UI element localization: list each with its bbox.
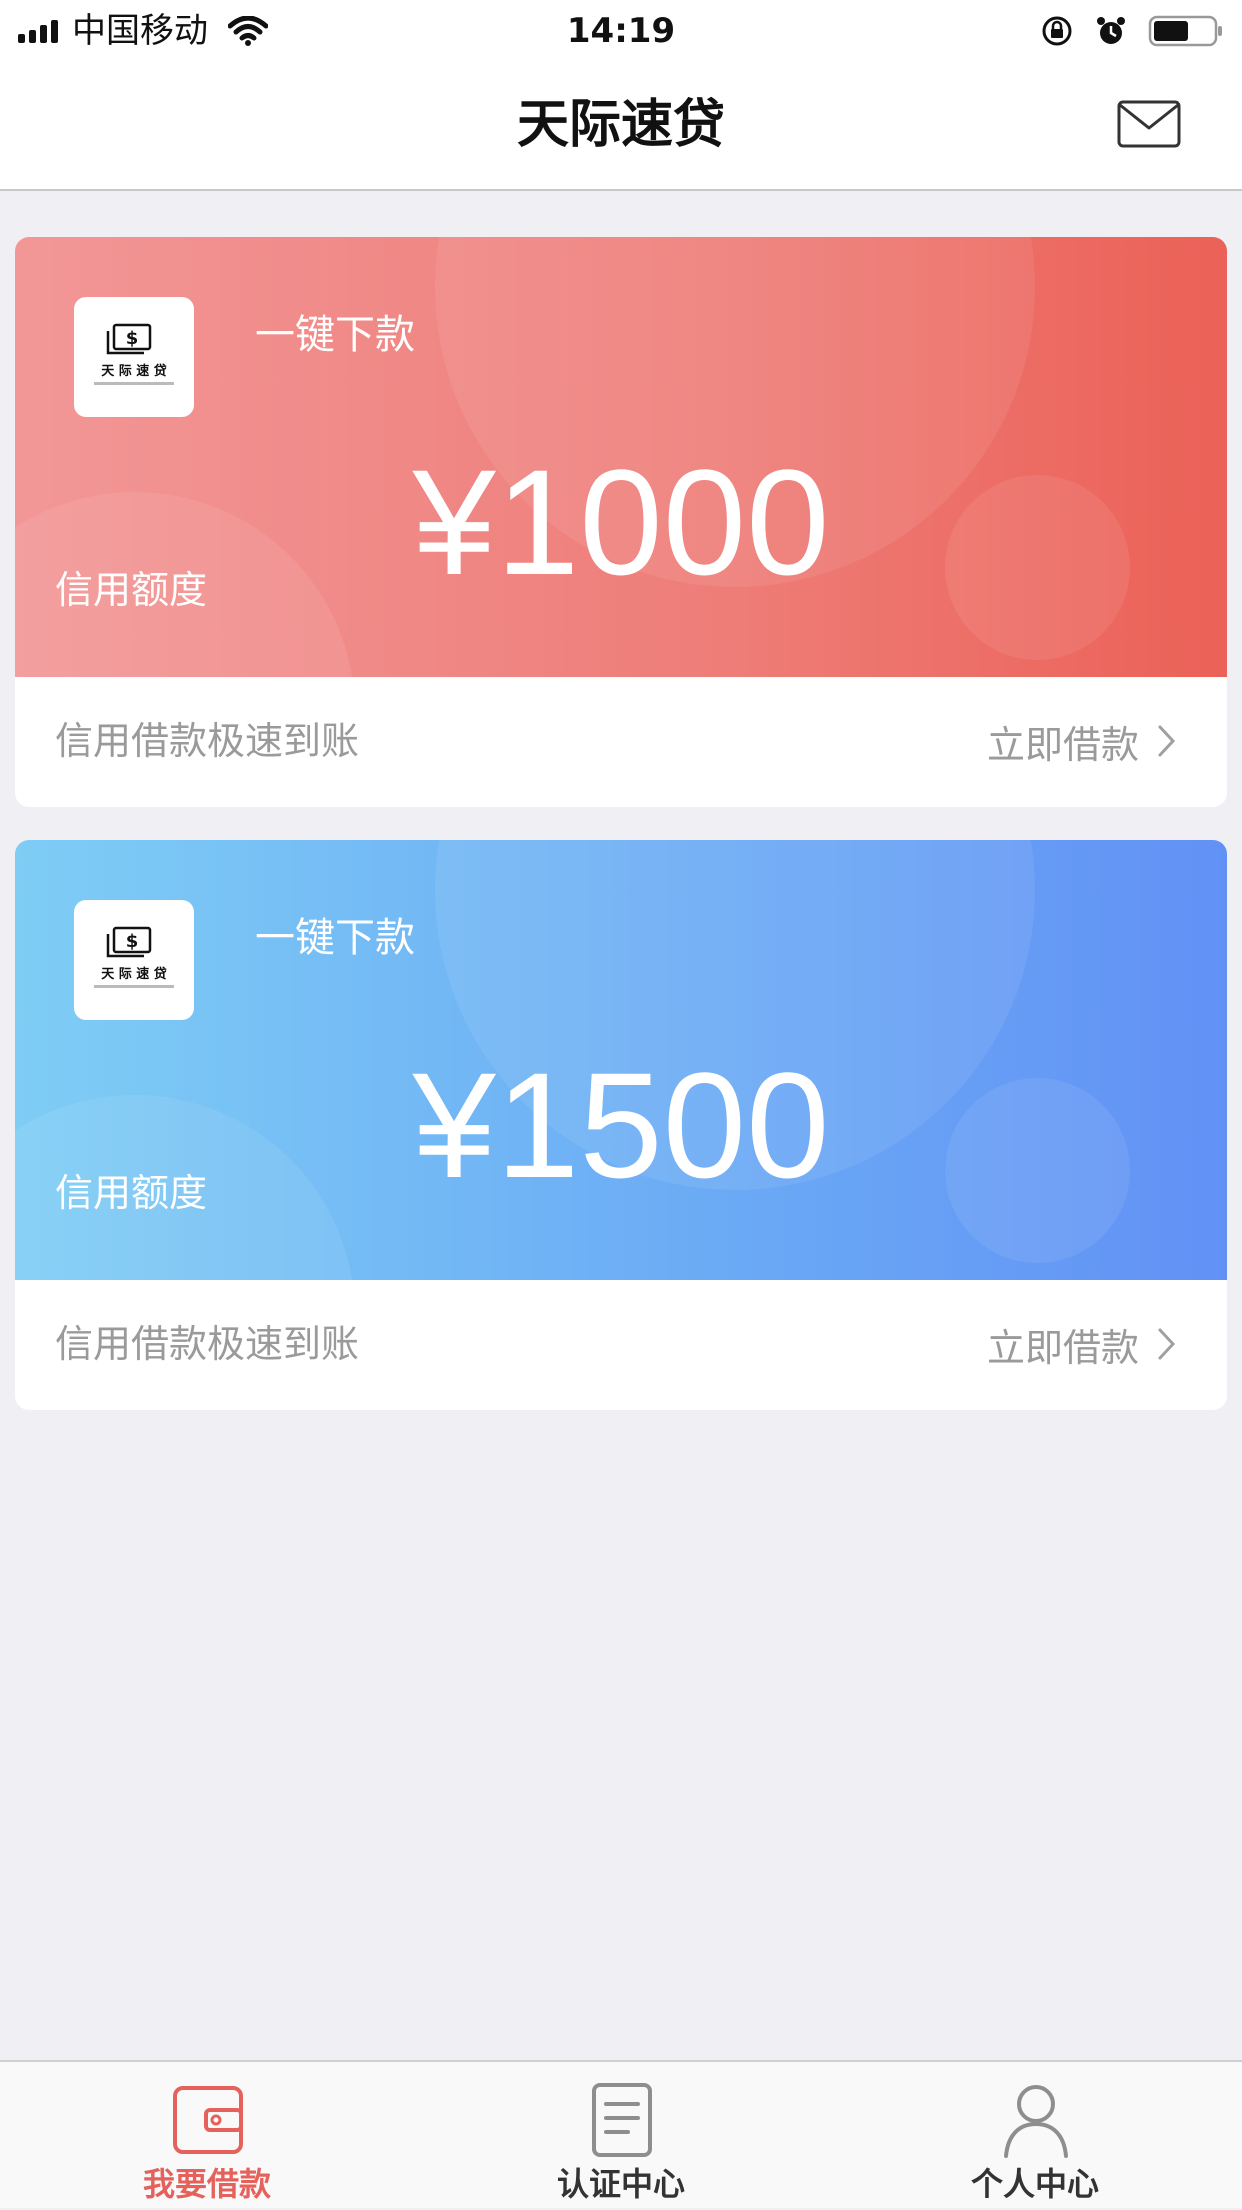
card-description: 信用借款极速到账	[55, 719, 360, 763]
borrow-now-label: 立即借款	[986, 1325, 1139, 1370]
page-title: 天际速贷	[516, 95, 725, 155]
wallet-icon	[173, 2086, 243, 2154]
tab-borrow[interactable]: 我要借款	[0, 2062, 414, 2210]
loan-card-header: $ 天 际 速 贷 一键下款 ¥1000 信用额度	[15, 237, 1227, 677]
borrow-now-button[interactable]: 立即借款	[987, 1314, 1177, 1374]
alarm-icon	[1097, 17, 1125, 44]
tab-verification[interactable]: 认证中心	[414, 2062, 828, 2210]
battery-icon	[1148, 15, 1222, 47]
app-logo-text: 天 际 速 贷	[101, 966, 167, 982]
tab-verification-label: 认证中心	[556, 2165, 685, 2203]
borrow-now-label: 立即借款	[986, 722, 1139, 767]
svg-text:$: $	[126, 328, 139, 349]
tab-profile-label: 个人中心	[970, 2165, 1099, 2203]
chevron-right-icon	[1158, 1328, 1176, 1360]
tab-borrow-label: 我要借款	[142, 2165, 271, 2203]
card-subtitle: 一键下款	[255, 312, 415, 358]
borrow-now-button[interactable]: 立即借款	[987, 711, 1177, 771]
app-logo-text: 天 际 速 贷	[101, 363, 167, 379]
app-logo: $ 天 际 速 贷	[74, 297, 194, 417]
loan-card[interactable]: $ 天 际 速 贷 一键下款 ¥1500 信用额度 信用借款极速到账 立即借款	[15, 840, 1227, 1410]
tab-profile[interactable]: 个人中心	[828, 2062, 1242, 2210]
tab-bar: 我要借款 认证中心 个人中心	[0, 2060, 1242, 2208]
card-description: 信用借款极速到账	[55, 1322, 360, 1366]
person-icon	[1004, 2085, 1068, 2158]
document-icon	[592, 2083, 652, 2157]
nav-bar: 天际速贷	[0, 62, 1242, 191]
card-subtitle: 一键下款	[255, 915, 415, 961]
credit-label: 信用额度	[55, 1171, 208, 1215]
message-button[interactable]	[1116, 98, 1182, 150]
loan-card-footer[interactable]: 信用借款极速到账 立即借款	[15, 677, 1227, 807]
rotation-lock-icon	[1042, 16, 1072, 46]
status-bar: 中国移动 14:19	[0, 0, 1242, 62]
credit-label: 信用额度	[55, 568, 208, 612]
chevron-right-icon	[1158, 725, 1176, 757]
mail-icon	[1117, 100, 1181, 148]
status-right	[1040, 10, 1224, 52]
app-logo: $ 天 际 速 贷	[74, 900, 194, 1020]
loan-card[interactable]: $ 天 际 速 贷 一键下款 ¥1000 信用额度 信用借款极速到账 立即借款	[15, 237, 1227, 807]
loan-card-header: $ 天 际 速 贷 一键下款 ¥1500 信用额度	[15, 840, 1227, 1280]
loan-card-footer[interactable]: 信用借款极速到账 立即借款	[15, 1280, 1227, 1410]
svg-text:$: $	[126, 931, 139, 952]
